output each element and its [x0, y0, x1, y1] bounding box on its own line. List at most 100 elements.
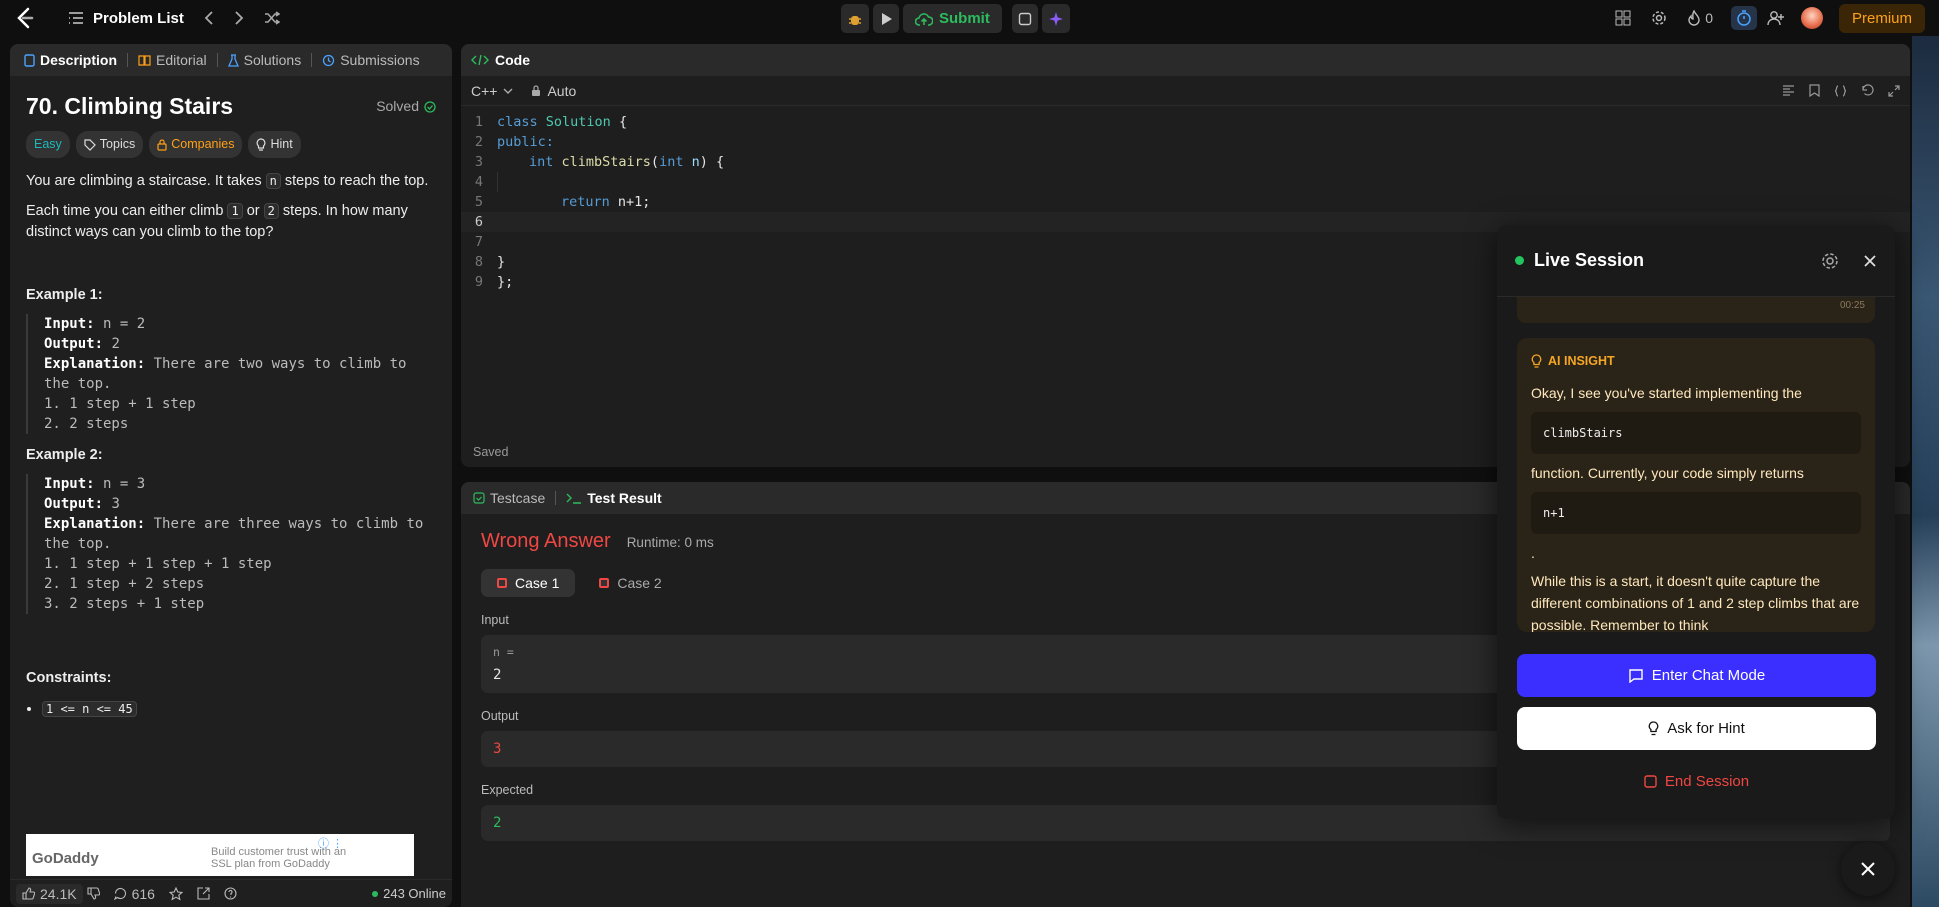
live-session-title: Live Session: [1534, 250, 1645, 270]
code-line: 1 class Solution {: [474, 114, 628, 130]
solved-label: Solved: [376, 98, 419, 114]
example-1-heading: Example 1:: [26, 287, 103, 303]
token: public:: [497, 134, 554, 150]
thumbs-down-icon[interactable]: [87, 887, 100, 900]
inline-code: 2: [263, 203, 279, 219]
user-avatar[interactable]: [1800, 7, 1823, 29]
ad-info-icon[interactable]: ⓘ ⋮: [318, 835, 343, 851]
layout-icon[interactable]: [1615, 10, 1631, 26]
braces-icon[interactable]: [1834, 84, 1847, 97]
chevron-down-icon: [503, 88, 513, 94]
star-icon[interactable]: [168, 886, 183, 901]
problem-list-label: Problem List: [93, 9, 184, 27]
token: int: [659, 154, 692, 170]
close-session-fab[interactable]: [1841, 842, 1895, 896]
live-session-header: Live Session: [1497, 225, 1895, 297]
run-button[interactable]: [873, 4, 899, 33]
problem-statement-2: Each time you can either climb 1 or 2 st…: [26, 201, 436, 243]
invite-user-icon[interactable]: [1767, 10, 1785, 26]
constraints-list: 1 <= n <= 45: [42, 699, 436, 720]
notes-button[interactable]: [1011, 4, 1038, 33]
label: Input:: [44, 316, 95, 332]
streak-counter[interactable]: 0: [1687, 10, 1713, 26]
help-icon[interactable]: [224, 887, 237, 900]
enter-chat-mode-button[interactable]: Enter Chat Mode: [1517, 654, 1876, 697]
close-icon[interactable]: [1863, 252, 1877, 270]
ai-assist-button[interactable]: [1041, 4, 1070, 33]
settings-gear-icon[interactable]: [1651, 10, 1667, 26]
tab-submissions[interactable]: Submissions: [318, 52, 423, 68]
format-icon[interactable]: [1782, 84, 1795, 97]
settings-gear-icon[interactable]: [1821, 252, 1839, 270]
tab-description[interactable]: Description: [20, 52, 121, 68]
verdict-label: Wrong Answer: [481, 530, 611, 552]
constraint-item: 1 <= n <= 45: [42, 699, 436, 720]
code-line: 5 return n+1;: [474, 194, 651, 210]
comments-button[interactable]: 616: [113, 885, 155, 902]
prev-problem-icon[interactable]: [204, 11, 214, 25]
inline-code: 1: [227, 203, 243, 219]
share-icon[interactable]: [197, 887, 210, 900]
bookmark-icon[interactable]: [1809, 84, 1820, 97]
difficulty-badge: Easy: [26, 131, 70, 158]
tab-editorial[interactable]: Editorial: [134, 52, 211, 68]
hint-label: Hint: [270, 137, 293, 151]
language-label: C++: [471, 82, 498, 99]
companies-tag[interactable]: Companies: [149, 131, 243, 158]
tab-solutions[interactable]: Solutions: [224, 52, 306, 68]
text: Each time you can either climb: [26, 203, 228, 219]
token: climbStairs: [561, 154, 651, 170]
debug-button[interactable]: [841, 4, 869, 33]
token: Solution: [545, 114, 611, 130]
insight-text: .: [1531, 545, 1535, 561]
tab-testcase[interactable]: Testcase: [473, 490, 545, 506]
value: n = 3: [103, 476, 146, 492]
end-session-label: End Session: [1664, 773, 1750, 790]
like-count: 24.1K: [40, 885, 77, 902]
case-1-tab[interactable]: Case 1: [481, 569, 576, 597]
reset-icon[interactable]: [1861, 84, 1874, 97]
auto-mode[interactable]: Auto: [531, 83, 576, 99]
problem-list-button[interactable]: Problem List: [68, 10, 184, 27]
example-2-heading: Example 2:: [26, 447, 103, 463]
language-select[interactable]: C++: [471, 83, 513, 99]
lightbulb-icon: [1531, 354, 1542, 368]
topics-tag[interactable]: Topics: [75, 131, 144, 158]
online-dot-icon: [372, 890, 379, 897]
book-icon: [138, 54, 151, 66]
ad-banner[interactable]: GoDaddy Build customer trust with an SSL…: [26, 834, 414, 876]
token: n: [691, 154, 700, 170]
label: Explanation:: [44, 356, 146, 372]
tab-test-result[interactable]: Test Result: [566, 490, 662, 506]
hint-tag[interactable]: Hint: [248, 131, 301, 158]
description-tabs: Description Editorial Solutions Submissi…: [10, 44, 452, 76]
submit-button[interactable]: Submit: [903, 4, 1002, 33]
comment-count: 616: [131, 885, 155, 902]
tab-testcase-label: Testcase: [490, 490, 546, 506]
expand-icon[interactable]: [1888, 84, 1900, 97]
ai-insight-card: AI INSIGHT Okay, I see you've started im…: [1517, 338, 1875, 632]
insight-code: climbStairs: [1531, 412, 1861, 454]
desktop-background: [1912, 36, 1939, 907]
code-line: 3 int climbStairs(int n) {: [474, 154, 725, 170]
next-problem-icon[interactable]: [234, 11, 244, 25]
premium-button[interactable]: Premium: [1838, 3, 1925, 33]
text: You are climbing a staircase. It takes: [26, 173, 266, 189]
tab-divider: [555, 491, 557, 505]
leetcode-logo-icon[interactable]: [14, 7, 36, 29]
end-session-button[interactable]: End Session: [1517, 760, 1876, 803]
ask-for-hint-button[interactable]: Ask for Hint: [1517, 707, 1876, 750]
check-circle-icon: [424, 100, 436, 113]
inline-code: n: [265, 173, 281, 189]
play-icon: [879, 12, 893, 26]
code-header-label: Code: [495, 52, 530, 68]
shuffle-icon[interactable]: [264, 11, 280, 25]
label: Output:: [44, 336, 104, 352]
problem-tags: Easy Topics Companies Hint: [26, 131, 436, 158]
right-toolbar: 0 Premium: [1615, 0, 1939, 36]
timer-icon[interactable]: [1730, 6, 1757, 30]
auto-mode-label: Auto: [547, 82, 577, 99]
case-2-tab[interactable]: Case 2: [583, 569, 677, 597]
like-button[interactable]: 24.1K: [16, 883, 83, 904]
online-label: 243 Online: [383, 886, 446, 901]
